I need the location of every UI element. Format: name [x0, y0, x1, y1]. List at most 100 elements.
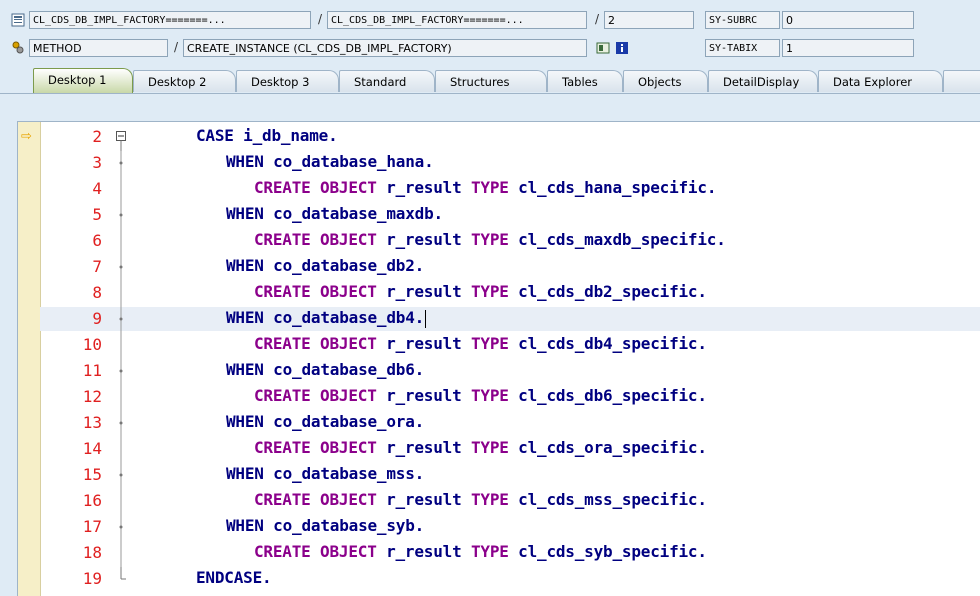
program-row: CL_CDS_DB_IMPL_FACTORY=======... / CL_CD… [0, 11, 980, 31]
code-line[interactable]: 2 CASE i_db_name. [40, 125, 980, 151]
line-number: 7 [92, 257, 102, 276]
code-text: WHEN co_database_db2. [226, 256, 425, 275]
line-number: 6 [92, 231, 102, 250]
code-line[interactable]: 8 CREATE OBJECT r_result TYPE cl_cds_db2_… [40, 281, 980, 307]
code-line[interactable]: 12 CREATE OBJECT r_result TYPE cl_cds_db6… [40, 385, 980, 411]
separator: / [174, 40, 179, 54]
fold-branch-icon [115, 541, 123, 567]
separator: / [318, 12, 323, 26]
code-line[interactable]: 18 CREATE OBJECT r_result TYPE cl_cds_syb… [40, 541, 980, 567]
method-icon [11, 41, 25, 55]
fold-branch-icon [115, 151, 123, 177]
line-number: 19 [82, 569, 102, 588]
line-number: 13 [82, 413, 102, 432]
code-text: CREATE OBJECT r_result TYPE cl_cds_maxdb… [254, 230, 726, 249]
line-number: 4 [92, 179, 102, 198]
code-line[interactable]: 7 WHEN co_database_db2. [40, 255, 980, 281]
code-line[interactable]: 3 WHEN co_database_hana. [40, 151, 980, 177]
line-number: 17 [82, 517, 102, 536]
code-text: ENDCASE. [196, 568, 272, 587]
source-code-editor[interactable]: ⇨ 2 CASE i_db_name. 3 WHEN co_database_hana… [17, 121, 980, 596]
code-text: WHEN co_database_mss. [226, 464, 425, 483]
code-line[interactable]: 4 CREATE OBJECT r_result TYPE cl_cds_hana… [40, 177, 980, 203]
fold-end-icon [115, 567, 126, 591]
line-number: 18 [82, 543, 102, 562]
line-number: 5 [92, 205, 102, 224]
sysvar-name-field-2[interactable]: SY-TABIX [705, 39, 780, 57]
fold-collapse-icon[interactable] [115, 125, 126, 151]
tab-objects[interactable]: Objects [623, 70, 708, 92]
tab-tables[interactable]: Tables [547, 70, 623, 92]
code-line[interactable]: 11 WHEN co_database_db6. [40, 359, 980, 385]
tab-data-explorer[interactable]: Data Explorer [818, 70, 943, 92]
fold-branch-icon [115, 359, 123, 385]
code-line[interactable]: 14 CREATE OBJECT r_result TYPE cl_cds_ora… [40, 437, 980, 463]
fold-branch-icon [115, 307, 123, 333]
display-source-icon[interactable] [596, 41, 610, 55]
sysvar-value-field-2[interactable]: 1 [782, 39, 914, 57]
fold-branch-icon [115, 177, 123, 203]
fold-branch-icon [115, 255, 123, 281]
line-number: 11 [82, 361, 102, 380]
line-number: 8 [92, 283, 102, 302]
code-text: CREATE OBJECT r_result TYPE cl_cds_mss_s… [254, 490, 707, 509]
code-text: WHEN co_database_db6. [226, 360, 425, 379]
tab-desktop-2[interactable]: Desktop 2 [133, 70, 236, 92]
tab-desktop-1[interactable]: Desktop 1 [33, 68, 133, 93]
code-line[interactable]: 10 CREATE OBJECT r_result TYPE cl_cds_db4… [40, 333, 980, 359]
event-row: METHOD / CREATE_INSTANCE (CL_CDS_DB_IMPL… [0, 39, 980, 59]
code-text: CASE i_db_name. [196, 126, 338, 145]
main-program-field[interactable]: CL_CDS_DB_IMPL_FACTORY=======... [29, 11, 311, 29]
line-number-field[interactable]: 2 [604, 11, 694, 29]
code-text: WHEN co_database_ora. [226, 412, 425, 431]
fold-branch-icon [115, 229, 123, 255]
line-number: 10 [82, 335, 102, 354]
sysvar-value-field-1[interactable]: 0 [782, 11, 914, 29]
tab-structures[interactable]: Structures [435, 70, 547, 92]
fold-branch-icon [115, 411, 123, 437]
code-line[interactable]: 16 CREATE OBJECT r_result TYPE cl_cds_mss… [40, 489, 980, 515]
line-number: 9 [92, 309, 102, 328]
separator: / [595, 12, 600, 26]
code-text: CREATE OBJECT r_result TYPE cl_cds_ora_s… [254, 438, 707, 457]
code-text: WHEN co_database_syb. [226, 516, 425, 535]
tab-desktop-3[interactable]: Desktop 3 [236, 70, 339, 92]
line-number: 16 [82, 491, 102, 510]
line-number: 2 [92, 127, 102, 146]
current-statement-arrow-icon: ⇨ [21, 129, 32, 144]
code-text: WHEN co_database_hana. [226, 152, 434, 171]
code-line[interactable]: 17 WHEN co_database_syb. [40, 515, 980, 541]
code-text: CREATE OBJECT r_result TYPE cl_cds_db6_s… [254, 386, 707, 405]
line-number: 12 [82, 387, 102, 406]
event-name-field[interactable]: CREATE_INSTANCE (CL_CDS_DB_IMPL_FACTORY) [183, 39, 587, 57]
fold-branch-icon [115, 281, 123, 307]
text-cursor [425, 309, 427, 328]
fold-branch-icon [115, 515, 123, 541]
fold-branch-icon [115, 203, 123, 229]
tab-detaildisplay[interactable]: DetailDisplay [708, 70, 818, 92]
event-type-field[interactable]: METHOD [29, 39, 168, 57]
code-text: WHEN co_database_maxdb. [226, 204, 443, 223]
fold-branch-icon [115, 385, 123, 411]
tab-overflow[interactable] [943, 70, 980, 92]
code-line[interactable]: 19 ENDCASE. [40, 567, 980, 591]
sysvar-name-field-1[interactable]: SY-SUBRC [705, 11, 780, 29]
line-number: 14 [82, 439, 102, 458]
info-icon[interactable] [615, 41, 629, 55]
execution-gutter[interactable]: ⇨ [18, 122, 41, 596]
fold-branch-icon [115, 463, 123, 489]
desktop-tabstrip: Desktop 1 Desktop 2 Desktop 3 Standard S… [0, 68, 980, 94]
program-icon[interactable] [11, 13, 25, 27]
code-line[interactable]: 13 WHEN co_database_ora. [40, 411, 980, 437]
line-number: 3 [92, 153, 102, 172]
code-line[interactable]: 9 WHEN co_database_db4. [40, 307, 980, 333]
include-program-field[interactable]: CL_CDS_DB_IMPL_FACTORY=======... [327, 11, 587, 29]
code-text: CREATE OBJECT r_result TYPE cl_cds_db2_s… [254, 282, 707, 301]
line-number: 15 [82, 465, 102, 484]
code-line[interactable]: 5 WHEN co_database_maxdb. [40, 203, 980, 229]
code-line[interactable]: 6 CREATE OBJECT r_result TYPE cl_cds_maxd… [40, 229, 980, 255]
fold-branch-icon [115, 437, 123, 463]
tab-standard[interactable]: Standard [339, 70, 435, 92]
fold-branch-icon [115, 333, 123, 359]
code-line[interactable]: 15 WHEN co_database_mss. [40, 463, 980, 489]
